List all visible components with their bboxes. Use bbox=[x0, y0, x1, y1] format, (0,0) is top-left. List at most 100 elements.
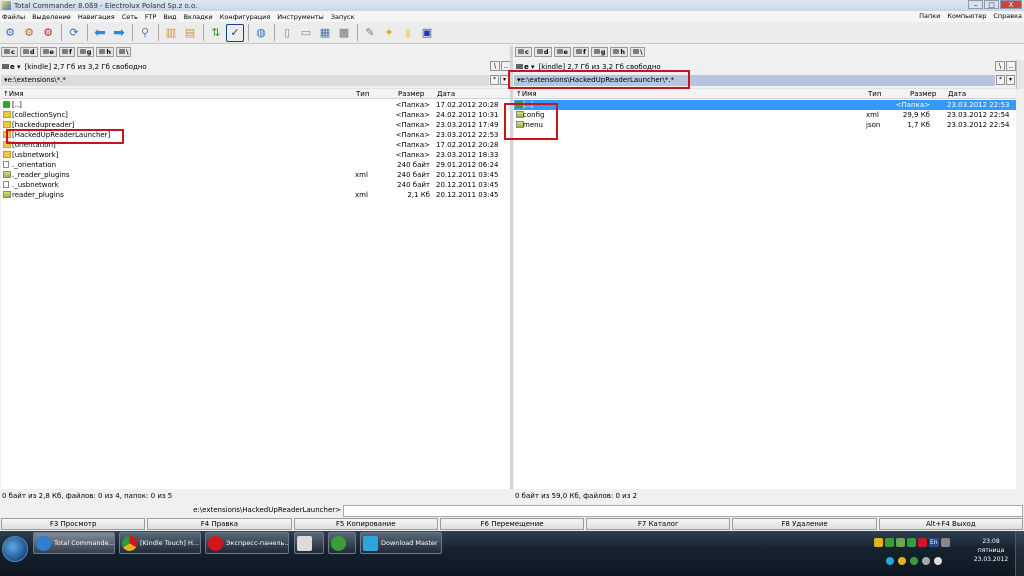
gear-icon[interactable]: ⚙ bbox=[20, 24, 38, 42]
left-col-date[interactable]: Дата bbox=[437, 90, 455, 98]
file-row[interactable]: [..] <Папка> 23.03.2012 22:53 bbox=[514, 100, 1016, 110]
tray-app-icon[interactable] bbox=[885, 538, 894, 547]
right-col-type[interactable]: Тип bbox=[868, 90, 881, 98]
file-row[interactable]: [..] <Папка> 17.02.2012 20:28 bbox=[1, 100, 510, 110]
left-history-button[interactable]: * bbox=[490, 75, 499, 85]
taskbar-total-commander[interactable]: Total Commande... bbox=[33, 532, 115, 554]
menu-navigation[interactable]: Навигация bbox=[78, 13, 115, 21]
tray-app-icon[interactable] bbox=[898, 557, 906, 565]
f8-delete-button[interactable]: F8 Удаление bbox=[732, 518, 877, 530]
checkmark-icon[interactable]: ✓ bbox=[226, 23, 244, 42]
start-button[interactable] bbox=[2, 536, 28, 562]
left-drive-e[interactable]: e bbox=[39, 46, 57, 57]
panel-divider[interactable] bbox=[510, 46, 513, 489]
right-drive-d[interactable]: d bbox=[533, 46, 552, 57]
f7-mkdir-button[interactable]: F7 Каталог bbox=[586, 518, 731, 530]
taskbar-media-player[interactable] bbox=[294, 532, 324, 554]
close-button[interactable]: X bbox=[1000, 0, 1022, 9]
tray-app-icon[interactable] bbox=[896, 538, 905, 547]
left-drive-h[interactable]: h bbox=[96, 46, 115, 57]
menu-ftp[interactable]: FTP bbox=[145, 13, 157, 21]
file-row[interactable]: [collectionSync] <Папка> 24.02.2012 10:31 bbox=[1, 110, 510, 120]
tray-app-icon[interactable] bbox=[874, 538, 883, 547]
unpack-icon[interactable]: ▤ bbox=[181, 24, 199, 42]
right-up-button[interactable]: .. bbox=[1006, 61, 1016, 71]
right-drive-f[interactable]: f bbox=[572, 46, 589, 57]
left-drive-c[interactable]: c bbox=[1, 46, 18, 57]
menu-network[interactable]: Сеть bbox=[122, 13, 138, 21]
file-row[interactable]: [orientation] <Папка> 17.02.2012 20:28 bbox=[1, 140, 510, 150]
panel-icon[interactable]: ▣ bbox=[418, 24, 436, 42]
taskbar-download-master[interactable]: Download Master bbox=[360, 532, 442, 554]
file-row[interactable]: menu json 1,7 Кб 23.03.2012 22:54 bbox=[514, 120, 1016, 130]
left-drive-f[interactable]: f bbox=[58, 46, 75, 57]
file-row[interactable]: ._orientation 240 байт 29.01.2012 06:24 bbox=[1, 160, 510, 170]
copy-name-icon[interactable]: ▭ bbox=[297, 24, 315, 42]
tray-app-icon[interactable] bbox=[907, 538, 916, 547]
menu-computer[interactable]: Компьютер bbox=[947, 12, 986, 20]
volume-icon[interactable] bbox=[934, 557, 942, 565]
command-line-input[interactable] bbox=[343, 505, 1023, 517]
left-col-name[interactable]: ↑Имя bbox=[3, 90, 24, 98]
left-file-list[interactable]: [..] <Папка> 17.02.2012 20:28 [collectionSy… bbox=[1, 99, 510, 489]
right-hotlist-button[interactable]: ▾ bbox=[1006, 75, 1015, 85]
file-row[interactable]: [hackedupreader] <Папка> 23.03.2012 17:49 bbox=[1, 120, 510, 130]
file-row[interactable]: config xml 29,9 Кб 23.03.2012 22:54 bbox=[514, 110, 1016, 120]
compare-icon[interactable]: ▦ bbox=[316, 24, 334, 42]
tray-app-icon[interactable] bbox=[918, 538, 927, 547]
left-drive-d[interactable]: d bbox=[19, 46, 38, 57]
right-drive-g[interactable]: g bbox=[590, 46, 609, 57]
right-drive-h[interactable]: h bbox=[610, 46, 629, 57]
file-row[interactable]: [HackedUpReaderLauncher] <Папка> 23.03.201… bbox=[1, 130, 510, 140]
left-path-bar[interactable]: ▾e:\extensions\*.* bbox=[1, 75, 489, 86]
language-indicator[interactable]: En bbox=[929, 538, 939, 547]
note-icon[interactable]: ▮ bbox=[399, 24, 417, 42]
clock[interactable]: 23:08 пятница 23.03.2012 bbox=[970, 537, 1012, 564]
right-history-button[interactable]: * bbox=[996, 75, 1005, 85]
file-row[interactable]: reader_plugins xml 2,1 Кб 20.12.2011 03:45 bbox=[1, 190, 510, 200]
left-hotlist-button[interactable]: ▾ bbox=[500, 75, 509, 85]
grid-icon[interactable]: ▩ bbox=[335, 24, 353, 42]
menu-configuration[interactable]: Конфигурация bbox=[220, 13, 271, 21]
left-col-type[interactable]: Тип bbox=[356, 90, 369, 98]
f6-move-button[interactable]: F6 Перемещение bbox=[439, 518, 585, 530]
right-path-bar[interactable]: ▾e:\extensions\HackedUpReaderLauncher\*.… bbox=[514, 75, 995, 86]
right-drive-e[interactable]: e bbox=[553, 46, 571, 57]
maximize-button[interactable]: □ bbox=[984, 0, 999, 9]
left-root-button[interactable]: \ bbox=[490, 61, 500, 71]
right-col-date[interactable]: Дата bbox=[948, 90, 966, 98]
notepad-icon[interactable]: ✎ bbox=[361, 24, 379, 42]
ftp-globe-icon[interactable]: ◍ bbox=[252, 24, 270, 42]
menu-help[interactable]: Справка bbox=[993, 12, 1022, 20]
forward-arrow-icon[interactable]: ➡ bbox=[110, 24, 128, 42]
alt-f4-exit-button[interactable]: Alt+F4 Выход bbox=[878, 518, 1023, 530]
wand-icon[interactable]: ✦ bbox=[380, 24, 398, 42]
menu-files[interactable]: Файлы bbox=[2, 13, 25, 21]
menu-tools[interactable]: Инструменты bbox=[277, 13, 324, 21]
left-drive-g[interactable]: g bbox=[76, 46, 95, 57]
file-row[interactable]: ._usbnetwork 240 байт 20.12.2011 03:45 bbox=[1, 180, 510, 190]
menu-tabs[interactable]: Вкладки bbox=[184, 13, 213, 21]
menu-folders[interactable]: Папки bbox=[919, 12, 940, 20]
skype-icon[interactable] bbox=[886, 557, 894, 565]
left-drive-selector[interactable]: e ▾ bbox=[2, 63, 21, 71]
right-drive-c[interactable]: c bbox=[515, 46, 532, 57]
right-drive-selector[interactable]: e ▾ bbox=[516, 63, 535, 71]
refresh-icon[interactable]: ⟳ bbox=[65, 24, 83, 42]
sort-icon[interactable]: ⇅ bbox=[207, 24, 225, 42]
back-arrow-icon[interactable]: ⬅ bbox=[91, 24, 109, 42]
new-file-icon[interactable]: ▯ bbox=[278, 24, 296, 42]
taskbar-app[interactable] bbox=[328, 532, 356, 554]
menu-view[interactable]: Вид bbox=[163, 13, 176, 21]
file-row[interactable]: [usbnetwork] <Папка> 23.03.2012 18:33 bbox=[1, 150, 510, 160]
f5-copy-button[interactable]: F5 Копирование bbox=[293, 518, 438, 530]
taskbar-opera[interactable]: Экспресс-панель... bbox=[205, 532, 289, 554]
pack-icon[interactable]: ▥ bbox=[162, 24, 180, 42]
right-root-button[interactable]: \ bbox=[995, 61, 1005, 71]
right-col-size[interactable]: Размер bbox=[910, 90, 936, 98]
menu-launch[interactable]: Запуск bbox=[331, 13, 355, 21]
file-row[interactable]: ._reader_plugins xml 240 байт 20.12.2011 03… bbox=[1, 170, 510, 180]
f4-edit-button[interactable]: F4 Правка bbox=[147, 518, 292, 530]
tray-app-icon[interactable] bbox=[910, 557, 918, 565]
network-tray-icon[interactable] bbox=[922, 557, 930, 565]
